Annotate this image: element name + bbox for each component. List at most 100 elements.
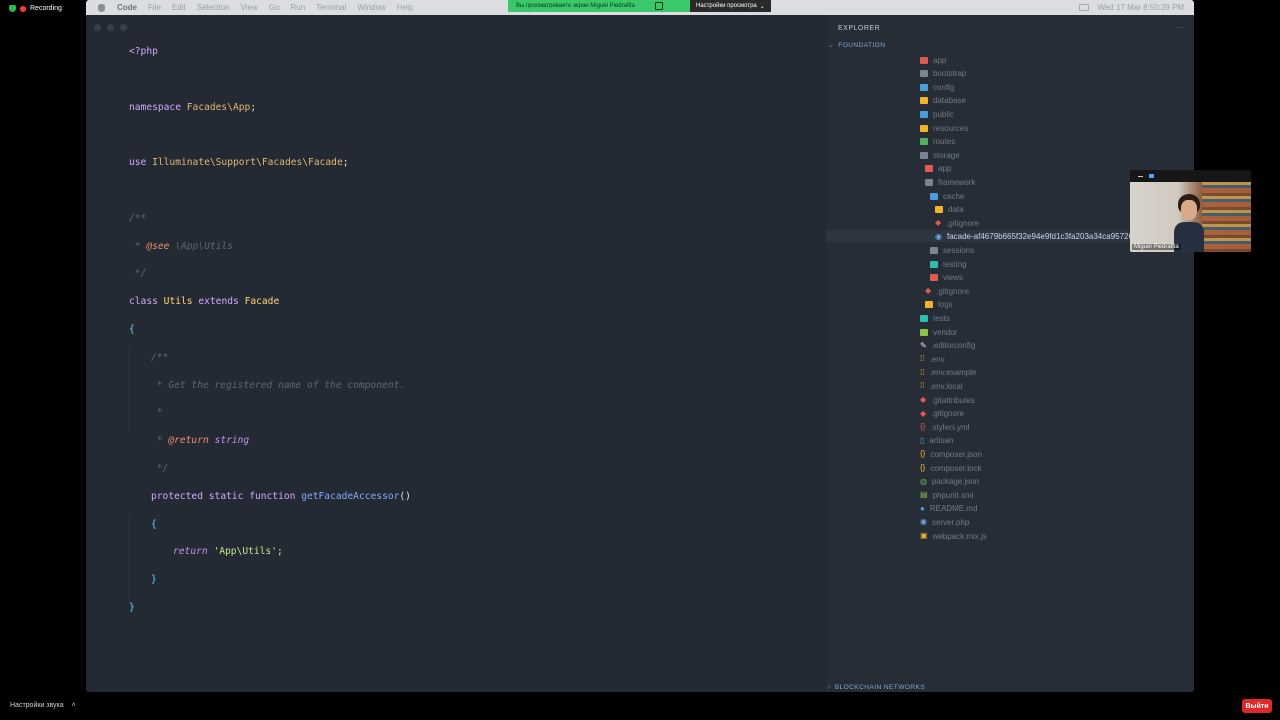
env-icon: ⁞⁞ bbox=[920, 354, 925, 364]
minimize-video-icon[interactable] bbox=[1138, 175, 1143, 177]
folder-icon bbox=[935, 206, 943, 214]
tree-item-config[interactable]: config bbox=[920, 81, 954, 93]
viewing-screen-text: Вы просматриваете экран Miguel Piedrafit… bbox=[516, 3, 635, 9]
code-token: Facade bbox=[244, 296, 280, 307]
chevron-down-icon: ⌄ bbox=[759, 3, 765, 10]
menu-window[interactable]: Window bbox=[357, 3, 385, 12]
tree-item-gitignore[interactable]: ◆ .gitignore bbox=[925, 285, 969, 297]
folder-icon bbox=[920, 328, 928, 336]
tree-item-framework[interactable]: framework bbox=[925, 176, 975, 188]
menu-selection[interactable]: Selection bbox=[197, 3, 230, 12]
code-line: { bbox=[129, 324, 135, 335]
menu-run[interactable]: Run bbox=[290, 3, 305, 12]
tree-item-phpunit-xml[interactable]: ▤ phpunit.xml bbox=[920, 489, 973, 501]
tree-item-styleci-yml[interactable]: {} .styleci.yml bbox=[920, 421, 969, 433]
menu-app-name[interactable]: Code bbox=[117, 3, 137, 12]
tree-item-routes[interactable]: routes bbox=[920, 136, 955, 148]
tree-item-resources[interactable]: resources bbox=[920, 122, 968, 134]
chevron-down-icon: ⌄ bbox=[828, 42, 835, 49]
tree-item-facade-af4679b665f32e94e9fd1c3fa203a34ca9572662-php[interactable]: ◉ facade-af4679b665f32e94e9fd1c3fa203a34c… bbox=[935, 231, 1157, 243]
menu-go[interactable]: Go bbox=[269, 3, 280, 12]
battery-icon[interactable] bbox=[1079, 4, 1090, 11]
menu-edit[interactable]: Edit bbox=[172, 3, 186, 12]
chevron-up-icon: ˄ bbox=[71, 702, 76, 709]
tree-item-label: app bbox=[933, 55, 947, 65]
tree-item-tests[interactable]: tests bbox=[920, 312, 950, 324]
tree-item-sessions[interactable]: sessions bbox=[930, 244, 974, 256]
git-icon: ◆ bbox=[920, 395, 927, 404]
tree-item-readme-md[interactable]: ● README.md bbox=[920, 503, 977, 515]
git-icon: ◆ bbox=[935, 218, 942, 228]
menu-terminal[interactable]: Terminal bbox=[316, 3, 346, 12]
star-icon[interactable] bbox=[654, 2, 663, 10]
tree-item-label: .gitattributes bbox=[931, 395, 975, 405]
env-icon: ⁞⁞ bbox=[920, 381, 925, 391]
code-editor[interactable]: <?php namespace Facades\App; use Illumin… bbox=[86, 15, 826, 692]
bookshelf-image bbox=[1202, 182, 1251, 252]
env-icon: ⁞⁞ bbox=[920, 367, 925, 377]
view-options-button[interactable]: Настройки просмотра ⌄ bbox=[690, 0, 771, 12]
blockchain-networks-section-header[interactable]: › BLOCKCHAIN NETWORKS bbox=[828, 684, 925, 691]
tree-item-package-json[interactable]: ◍ package.json bbox=[920, 476, 979, 488]
code-token: Utils bbox=[163, 296, 193, 307]
tree-item-logs[interactable]: logs bbox=[925, 299, 953, 311]
tree-item-public[interactable]: public bbox=[920, 108, 954, 120]
tree-item-env-local[interactable]: ⁞⁞ .env.local bbox=[920, 380, 963, 392]
viewing-screen-banner: Вы просматриваете экран Miguel Piedrafit… bbox=[508, 0, 690, 12]
audio-settings[interactable]: Настройки звука ˄ bbox=[10, 702, 76, 709]
leave-button[interactable]: Выйти bbox=[1242, 699, 1272, 713]
folder-icon bbox=[925, 301, 933, 309]
tree-item-vendor[interactable]: vendor bbox=[920, 326, 957, 338]
blockchain-networks-label: BLOCKCHAIN NETWORKS bbox=[834, 684, 926, 691]
menu-view[interactable]: View bbox=[241, 3, 258, 12]
tree-item-storage[interactable]: storage bbox=[920, 149, 960, 161]
tree-item-label: routes bbox=[933, 137, 956, 147]
menu-help[interactable]: Help bbox=[397, 3, 413, 12]
menu-file[interactable]: File bbox=[148, 3, 161, 12]
folder-icon bbox=[920, 83, 928, 91]
foundation-section-header[interactable]: ⌄ FOUNDATION bbox=[828, 41, 885, 50]
more-actions-icon[interactable]: ··· bbox=[1175, 22, 1184, 32]
tree-item-testing[interactable]: testing bbox=[930, 258, 967, 270]
tree-item-cache[interactable]: cache bbox=[930, 190, 964, 202]
tree-item-editorconfig[interactable]: ✎ .editorconfig bbox=[920, 340, 975, 352]
code-line: * bbox=[151, 407, 163, 418]
tree-item-env[interactable]: ⁞⁞ .env bbox=[920, 353, 945, 365]
npm-icon: ◍ bbox=[920, 476, 927, 486]
code-token: @see bbox=[146, 241, 170, 252]
tree-item-data[interactable]: data bbox=[935, 204, 964, 216]
tree-item-gitattributes[interactable]: ◆ .gitattributes bbox=[920, 394, 975, 406]
menubar-clock[interactable]: Wed 17 Mar 8:50:39 PM bbox=[1097, 3, 1184, 12]
folder-icon bbox=[920, 138, 928, 146]
tree-item-artisan[interactable]: ▯ artisan bbox=[920, 435, 953, 447]
code-token: string bbox=[214, 435, 250, 446]
video-layout-icon[interactable] bbox=[1149, 174, 1154, 178]
tree-item-webpack-mix-js[interactable]: ▣ webpack.mix.js bbox=[920, 530, 987, 542]
code-line: /** bbox=[129, 213, 147, 224]
tree-item-env-example[interactable]: ⁞⁞ .env.example bbox=[920, 367, 976, 379]
tree-item-label: .env.local bbox=[929, 381, 963, 391]
code-token: function bbox=[249, 491, 296, 502]
code-line: * @see \App\Utils bbox=[129, 241, 233, 252]
tree-item-app[interactable]: app bbox=[925, 163, 951, 175]
recording-label: Recording bbox=[30, 5, 62, 12]
apple-icon[interactable] bbox=[98, 3, 105, 12]
tree-item-composer-json[interactable]: {} composer.json bbox=[920, 448, 982, 460]
tree-item-gitignore[interactable]: ◆ .gitignore bbox=[920, 408, 964, 420]
code-line: * @return string bbox=[151, 435, 250, 446]
folder-icon bbox=[920, 97, 928, 105]
recording-indicator[interactable]: Recording bbox=[9, 5, 62, 12]
tree-item-label: server.php bbox=[931, 517, 970, 527]
tree-item-gitignore[interactable]: ◆ .gitignore bbox=[935, 217, 979, 229]
tree-item-server-php[interactable]: ◉ server.php bbox=[920, 516, 969, 528]
tree-item-composer-lock[interactable]: {} composer.lock bbox=[920, 462, 981, 474]
tree-item-database[interactable]: database bbox=[920, 95, 966, 107]
tree-item-app[interactable]: app bbox=[920, 54, 946, 66]
tree-item-label: public bbox=[933, 109, 954, 119]
participant-video[interactable]: Miguel Piedrafita bbox=[1130, 170, 1251, 252]
tree-item-label: facade-af4679b665f32e94e9fd1c3fa203a34ca… bbox=[946, 232, 1158, 242]
code-line: } bbox=[129, 602, 135, 613]
tree-item-bootstrap[interactable]: bootstrap bbox=[920, 68, 966, 80]
tree-item-views[interactable]: views bbox=[930, 272, 963, 284]
zoom-share-bar: Вы просматриваете экран Miguel Piedrafit… bbox=[508, 0, 771, 12]
